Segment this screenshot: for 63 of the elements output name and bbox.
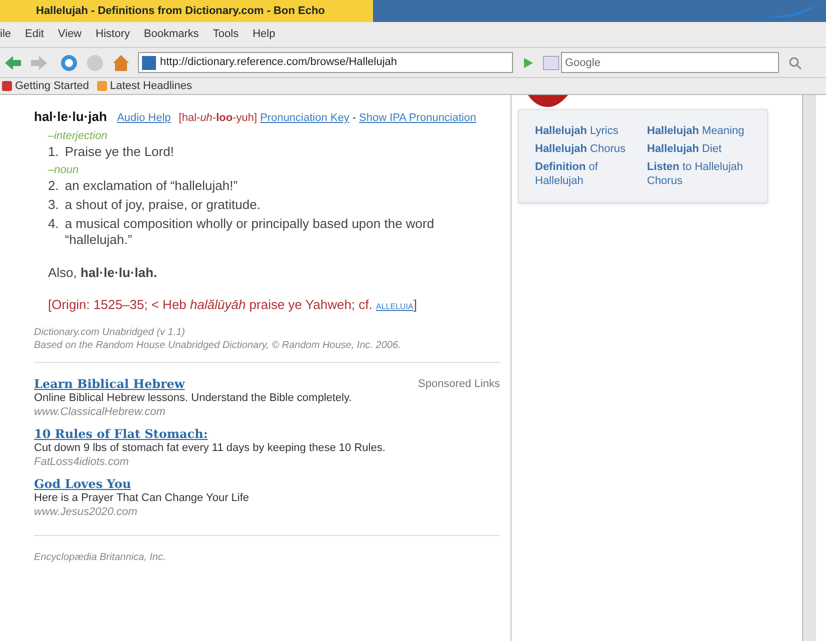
reload-icon[interactable] bbox=[60, 54, 78, 72]
scrollbar[interactable] bbox=[802, 95, 816, 641]
definition-text: Praise ye the Lord! bbox=[64, 144, 174, 160]
variant-spelling: Also, hal·le·lu·lah. bbox=[48, 264, 158, 282]
site-icon bbox=[142, 56, 156, 70]
menu-item[interactable]: ile bbox=[0, 26, 12, 43]
search-field[interactable]: Google bbox=[561, 52, 779, 73]
separator: - bbox=[352, 112, 356, 124]
related-link[interactable]: Hallelujah Diet bbox=[647, 142, 751, 156]
search-icon[interactable] bbox=[787, 54, 803, 70]
source-name: Encyclopædia Britannica, Inc. bbox=[34, 551, 167, 565]
source-name: Dictionary.com Unabridged (v 1.1) bbox=[34, 326, 186, 339]
pronunciation-key-link[interactable]: Pronunciation Key bbox=[260, 112, 350, 124]
definition-number: 4. bbox=[48, 216, 59, 233]
sponsored-label: Sponsored Links bbox=[418, 377, 500, 391]
menu-item[interactable]: History bbox=[96, 26, 130, 43]
alleluia-link[interactable]: ALLELUIA bbox=[376, 302, 414, 310]
ad-url: www.Jesus2020.com bbox=[34, 505, 138, 519]
home-icon[interactable] bbox=[112, 54, 130, 72]
definition-text: an exclamation of “hallelujah!” bbox=[64, 178, 238, 194]
related-link[interactable]: Hallelujah Lyrics bbox=[535, 124, 639, 138]
related-link[interactable]: Hallelujah Chorus bbox=[535, 142, 639, 156]
etymology-bracket: ] bbox=[413, 296, 417, 312]
related-link[interactable]: Definition of Hallelujah bbox=[535, 160, 639, 188]
headword: hal·le·lu·jah bbox=[34, 109, 107, 124]
menu-item[interactable]: Edit bbox=[25, 26, 44, 43]
menu-item[interactable]: Tools bbox=[212, 26, 239, 43]
ad-title-link[interactable]: 10 Rules of Flat Stomach: bbox=[34, 427, 208, 441]
definition-number: 1. bbox=[48, 144, 59, 160]
back-arrow-icon[interactable] bbox=[4, 54, 22, 70]
bookmark-icon bbox=[97, 81, 107, 91]
ad-text: Cut down 9 lbs of stomach fat every 11 days by keeping these 10 Rules. bbox=[34, 441, 386, 455]
address-field[interactable]: http://dictionary.reference.com/browse/Hallelujah bbox=[138, 52, 513, 73]
audio-help-link[interactable]: Audio Help bbox=[116, 112, 171, 124]
stop-icon[interactable] bbox=[86, 54, 104, 72]
show-ipa-link[interactable]: Show IPA Pronunciation bbox=[359, 112, 476, 124]
window-title: Hallelujah - Definitions from Dictionary.com - Bon Echo bbox=[0, 0, 373, 22]
ad-title-link[interactable]: Learn Biblical Hebrew bbox=[34, 377, 185, 391]
menu-item[interactable]: View bbox=[58, 26, 82, 43]
go-arrow-icon[interactable] bbox=[521, 56, 535, 70]
related-link[interactable]: Hallelujah Meaning bbox=[647, 124, 751, 138]
menu-item[interactable]: Bookmarks bbox=[144, 26, 199, 43]
search-engine-icon[interactable] bbox=[543, 56, 559, 70]
definition-number: 3. bbox=[48, 197, 59, 213]
source-note: Based on the Random House Unabridged Dictionary, © Random House, Inc. 2006. bbox=[34, 339, 402, 352]
bookmark-icon bbox=[2, 81, 12, 91]
ad-text: Online Biblical Hebrew lessons. Understand the Bible completely. bbox=[34, 391, 353, 405]
bookmark-link[interactable]: Latest Headlines bbox=[97, 78, 192, 94]
etymology: [Origin: 1525–35; < Heb halălūyāh praise ye Yahweh; cf. bbox=[48, 296, 372, 312]
definition-text: a musical composition wholly or principally based upon the word “hallelujah.” bbox=[64, 216, 436, 248]
definition-text: a shout of joy, praise, or gratitude. bbox=[64, 197, 260, 213]
ad-url: www.ClassicalHebrew.com bbox=[34, 405, 166, 419]
menu-item[interactable]: Help bbox=[252, 26, 276, 43]
definition-number: 2. bbox=[48, 178, 59, 194]
part-of-speech: –noun bbox=[48, 163, 80, 178]
ad-text: Here is a Prayer That Can Change Your Life bbox=[34, 491, 250, 505]
part-of-speech: –interjection bbox=[48, 129, 108, 144]
related-link[interactable]: Listen to Hallelujah Chorus bbox=[647, 160, 751, 188]
bookmark-link[interactable]: Getting Started bbox=[2, 78, 89, 94]
pronunciation: [hal-uh-loo-yuh] bbox=[178, 112, 258, 124]
logo-badge-icon bbox=[528, 95, 568, 107]
ad-url: FatLoss4idiots.com bbox=[34, 455, 130, 469]
ad-title-link[interactable]: God Loves You bbox=[34, 477, 132, 491]
